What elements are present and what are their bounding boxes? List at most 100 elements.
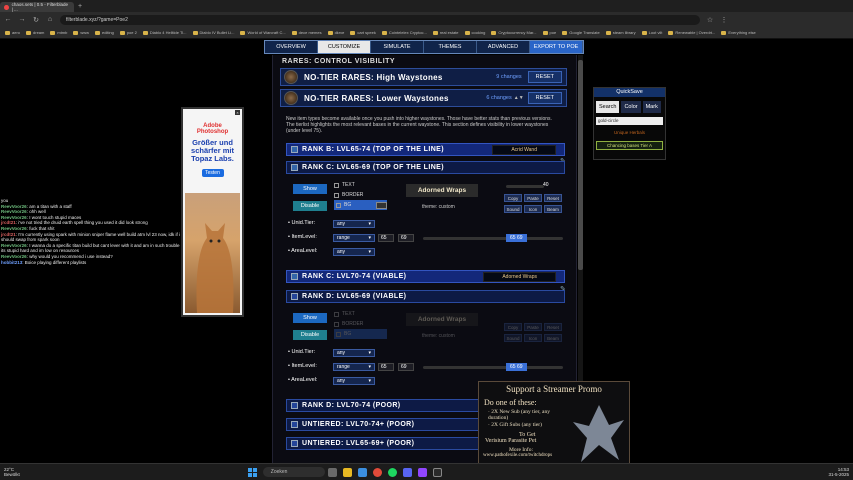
ad-close-icon[interactable]: × (235, 110, 240, 115)
app-icon[interactable] (432, 467, 442, 477)
bookmark-item[interactable]: dece memes (291, 30, 322, 35)
bookmark-item[interactable]: poe (542, 30, 556, 35)
rank-c-viable-checkbox[interactable] (291, 273, 298, 280)
bookmark-item[interactable]: cooking (464, 30, 485, 35)
copy-button[interactable]: Copy (504, 194, 522, 202)
ilvl-max-input[interactable]: 69 (398, 234, 414, 242)
size-slider[interactable] (506, 185, 544, 188)
check-border[interactable]: BORDER (334, 190, 387, 200)
rank-c-checkbox[interactable] (291, 164, 298, 171)
unid-select[interactable]: any ▾ (333, 220, 375, 228)
browser-tab[interactable]: chaos.sets | 0.5 - Filterblade | ... (0, 2, 74, 12)
chat-username[interactable]: ReevVoor26 (1, 226, 27, 231)
bookmark-item[interactable]: poe 2 (119, 30, 137, 35)
file-explorer-icon[interactable] (342, 467, 352, 477)
sound-button[interactable]: Sound (504, 205, 522, 213)
bookmark-item[interactable]: Loot vilt (641, 30, 662, 35)
high-waystones-reset-button[interactable]: RESET (527, 71, 562, 83)
bookmark-item[interactable]: Everything else (721, 30, 756, 35)
ilvl-max-input[interactable]: 69 (398, 363, 414, 371)
disable-button[interactable]: Disable (293, 330, 327, 340)
tab-search[interactable]: Search (596, 101, 620, 113)
bookmark-item[interactable]: Diablo 4 Helltide Ti... (142, 30, 187, 35)
store-icon[interactable] (357, 467, 367, 477)
show-button[interactable]: Show (293, 184, 327, 194)
nav-overview[interactable]: OVERVIEW (265, 41, 318, 53)
untiered-2-checkbox[interactable] (291, 440, 298, 447)
bookmark-item[interactable]: www (73, 30, 89, 35)
ilvl-min-input[interactable]: 65 (378, 234, 394, 242)
star-icon[interactable]: ☆ (706, 16, 714, 24)
new-tab-icon[interactable]: + (78, 3, 82, 10)
sound-button[interactable]: Sound (504, 334, 522, 342)
check-text[interactable]: TEXT (334, 309, 387, 319)
tab-mark[interactable]: Mark (642, 101, 661, 113)
clock[interactable]: 14:53 31-5-2025 (828, 467, 849, 477)
forward-icon[interactable]: → (18, 16, 26, 23)
chat-username[interactable]: hobbit213 (1, 260, 22, 265)
icon-button[interactable]: Icon (524, 205, 542, 213)
check-border[interactable]: BORDER (334, 319, 387, 329)
quicksave-result-2[interactable]: Chancing bases Tier A (596, 141, 663, 150)
chat-username[interactable]: ReevVoor26 (1, 254, 27, 259)
icon-button[interactable]: Icon (524, 334, 542, 342)
nav-export[interactable]: EXPORT TO POE (530, 41, 583, 53)
nav-customize[interactable]: CUSTOMIZE (318, 41, 371, 53)
bookmark-item[interactable]: real estate (432, 30, 459, 35)
chat-username[interactable]: ReevVoor26 (1, 209, 27, 214)
nav-advanced[interactable]: ADVANCED (477, 41, 530, 53)
chat-username[interactable]: jrcdt21 (1, 232, 16, 237)
quicksave-result-1[interactable]: Unique Herbals (594, 130, 665, 135)
quicksave-search-input[interactable]: gold-circle (596, 117, 663, 125)
unid-select[interactable]: any ▾ (333, 349, 375, 357)
paste-button[interactable]: Paste (524, 323, 542, 331)
bookmark-item[interactable]: Cryptocurrency Mar... (491, 30, 537, 35)
spotify-icon[interactable] (387, 467, 397, 477)
bookmark-item[interactable]: mtmb (50, 30, 67, 35)
ad-banner[interactable]: × Adobe Photoshop Größer und schärfer mi… (181, 107, 244, 317)
beam-button[interactable]: Beam (544, 205, 562, 213)
bookmark-item[interactable]: steam library (605, 30, 636, 35)
area-select[interactable]: any ▾ (333, 248, 375, 256)
bookmark-item[interactable]: dream (26, 30, 44, 35)
high-waystones-row[interactable]: NO-TIER RARES: High Waystones 9 changes … (280, 68, 567, 86)
extensions-icon[interactable]: ⋮ (720, 16, 728, 24)
rank-c-viable-row[interactable]: RANK C: LVL70-74 (VIABLE) Adorned Wraps (286, 270, 565, 283)
ilvl-slider[interactable] (423, 366, 563, 369)
chrome-icon[interactable] (372, 467, 382, 477)
bookmark-item[interactable]: Renewable | Overdrt... (668, 30, 715, 35)
rank-d-viable-row[interactable]: RANK D: LVL65-69 (VIABLE) (286, 290, 565, 303)
home-icon[interactable]: ⌂ (46, 16, 54, 23)
rank-d-poor-checkbox[interactable] (291, 402, 298, 409)
reload-icon[interactable]: ↻ (32, 16, 40, 24)
ilvl-slider[interactable] (423, 237, 563, 240)
area-select[interactable]: any ▾ (333, 377, 375, 385)
start-icon[interactable] (247, 467, 257, 477)
chat-username[interactable]: ReevVoor26 (1, 204, 27, 209)
bookmark-item[interactable]: cart speek (350, 30, 376, 35)
nav-simulate[interactable]: SIMULATE (371, 41, 424, 53)
chat-username[interactable]: ReevVoor26 (1, 215, 27, 220)
reset-style-button[interactable]: Reset (544, 323, 562, 331)
check-text[interactable]: TEXT (334, 180, 387, 190)
taskbar-search[interactable]: Zoeken (262, 467, 325, 477)
bookmark-item[interactable]: dkrve (327, 30, 344, 35)
show-button[interactable]: Show (293, 313, 327, 323)
twitch-icon[interactable] (417, 467, 427, 477)
rank-b-checkbox[interactable] (291, 146, 298, 153)
ad-cta-button[interactable]: Testen (201, 169, 224, 177)
disable-button[interactable]: Disable (293, 201, 327, 211)
rank-b-row[interactable]: RANK B: LVL65-74 (TOP OF THE LINE) Acrid… (286, 143, 565, 156)
reset-style-button[interactable]: Reset (544, 194, 562, 202)
lower-waystones-reset-button[interactable]: RESET (527, 92, 562, 104)
ilvl-op-select[interactable]: range ▾ (333, 234, 375, 242)
nav-themes[interactable]: THEMES (424, 41, 477, 53)
lower-waystones-row[interactable]: NO-TIER RARES: Lower Waystones 6 changes… (280, 89, 567, 107)
beam-button[interactable]: Beam (544, 334, 562, 342)
back-icon[interactable]: ← (4, 16, 12, 23)
paste-button[interactable]: Paste (524, 194, 542, 202)
bookmark-item[interactable]: Cointelelex Cryptoc... (381, 30, 427, 35)
ilvl-min-input[interactable]: 65 (378, 363, 394, 371)
discord-icon[interactable] (402, 467, 412, 477)
tab-color[interactable]: Color (621, 101, 641, 113)
